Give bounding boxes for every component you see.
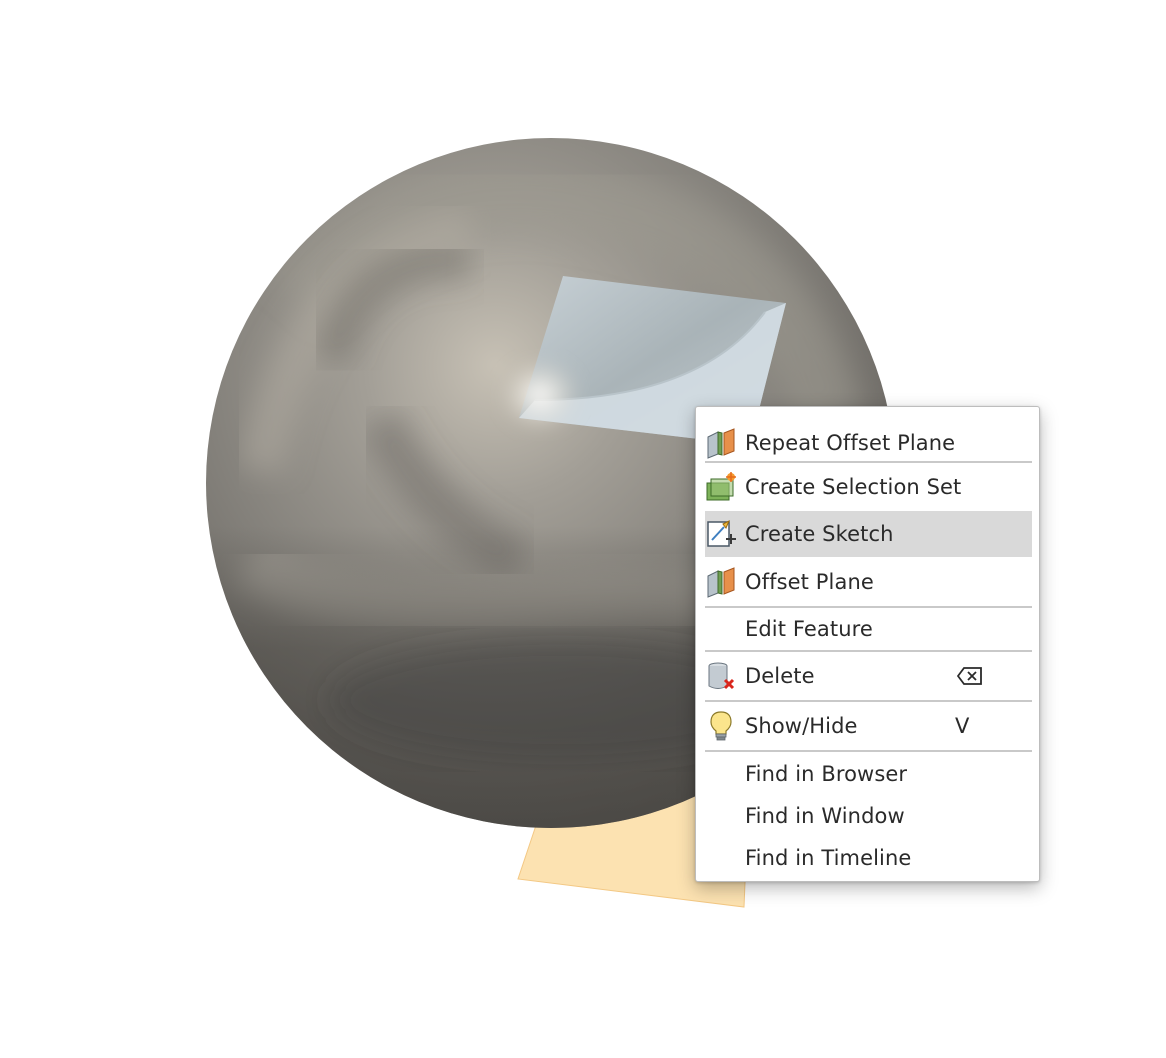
menu-item-delete[interactable]: Delete bbox=[705, 653, 1032, 699]
menu-item-label: Edit Feature bbox=[745, 617, 873, 641]
lightbulb-icon bbox=[705, 710, 737, 742]
selection-set-icon bbox=[705, 471, 737, 503]
menu-item-label: Repeat Offset Plane bbox=[745, 431, 956, 455]
menu-item-label: Create Sketch bbox=[745, 522, 894, 546]
menu-item-label: Delete bbox=[745, 664, 815, 688]
menu-item-label: Find in Browser bbox=[745, 762, 908, 786]
menu-separator bbox=[705, 461, 1032, 463]
menu-item-edit-feature[interactable]: Edit Feature bbox=[705, 606, 1032, 652]
menu-item-repeat-offset-plane[interactable]: Repeat Offset Plane bbox=[705, 420, 1032, 466]
menu-item-show-hide[interactable]: Show/Hide V bbox=[705, 703, 1032, 749]
menu-separator bbox=[705, 650, 1032, 652]
menu-item-create-selection-set[interactable]: Create Selection Set bbox=[705, 464, 1032, 510]
delete-key-icon bbox=[956, 666, 985, 686]
menu-item-label: Show/Hide bbox=[745, 714, 858, 738]
specular-highlight bbox=[498, 357, 582, 433]
menu-item-find-in-window[interactable]: Find in Window bbox=[705, 793, 1032, 839]
create-sketch-icon bbox=[705, 518, 737, 550]
menu-item-create-sketch[interactable]: Create Sketch bbox=[705, 511, 1032, 557]
menu-item-find-in-timeline[interactable]: Find in Timeline bbox=[705, 835, 1032, 881]
show-hide-shortcut: V bbox=[955, 714, 970, 738]
menu-item-label: Create Selection Set bbox=[745, 475, 962, 499]
menu-item-label: Find in Window bbox=[745, 804, 905, 828]
context-menu: Repeat Offset Plane Create Selection Set bbox=[695, 406, 1040, 882]
menu-item-find-in-browser[interactable]: Find in Browser bbox=[705, 751, 1032, 797]
offset-plane-icon bbox=[705, 566, 737, 598]
menu-item-offset-plane[interactable]: Offset Plane bbox=[705, 559, 1032, 605]
delete-icon bbox=[705, 660, 737, 692]
menu-item-label: Find in Timeline bbox=[745, 846, 912, 870]
offset-plane-icon bbox=[705, 427, 737, 459]
menu-separator bbox=[705, 700, 1032, 702]
canvas-viewport[interactable]: Repeat Offset Plane Create Selection Set bbox=[0, 0, 1166, 1058]
menu-item-label: Offset Plane bbox=[745, 570, 874, 594]
